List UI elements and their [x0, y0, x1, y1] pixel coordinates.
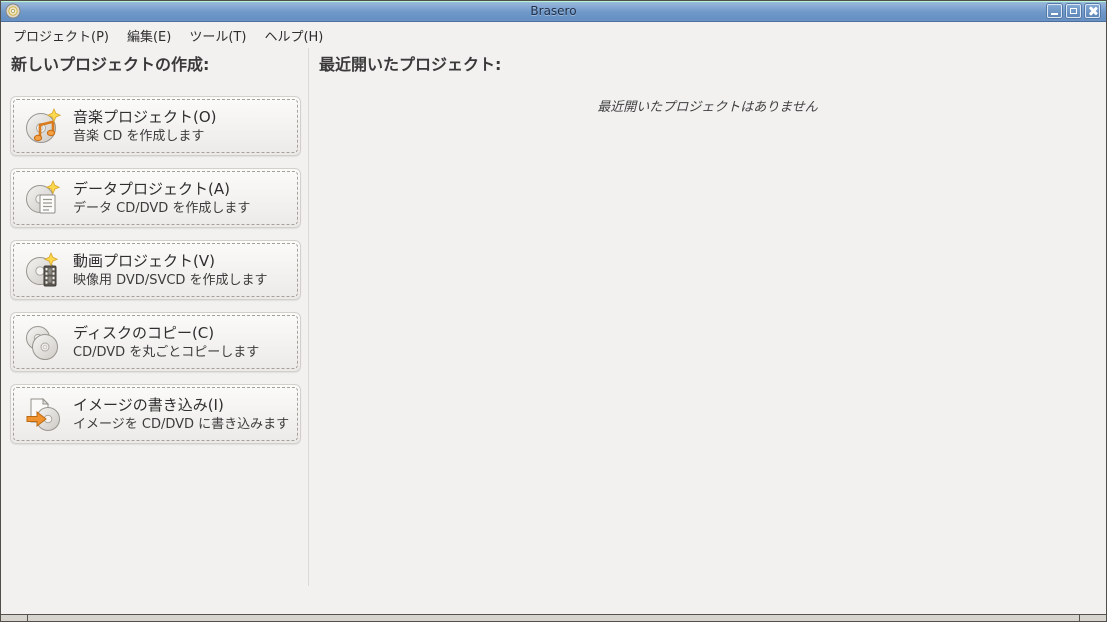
burn-image-button[interactable]: イメージの書き込み(I) イメージを CD/DVD に書き込みます [10, 384, 301, 444]
video-project-icon [26, 252, 59, 287]
maximize-icon [1070, 8, 1077, 14]
data-project-subtitle: データ CD/DVD を作成します [73, 200, 251, 216]
music-project-icon [26, 108, 62, 143]
recent-projects-empty-message: 最近開いたプロジェクトはありません [597, 100, 818, 115]
window-resize-grip-left[interactable] [1, 615, 28, 621]
menu-tools[interactable]: ツール(T) [180, 22, 255, 49]
titlebar[interactable]: Brasero [1, 1, 1106, 22]
recent-projects-panel: 最近開いたプロジェクト: 最近開いたプロジェクトはありません [309, 48, 1106, 614]
new-project-panel: 新しいプロジェクトの作成: 音楽プロジェクト(O) 音楽 CD を作成します デ… [1, 48, 308, 614]
maximize-button[interactable] [1066, 4, 1081, 18]
new-project-header: 新しいプロジェクトの作成: [11, 55, 210, 74]
window-resize-grip-right[interactable] [1079, 615, 1106, 621]
disc-copy-icon [26, 326, 58, 360]
window-resize-edge-bottom[interactable] [28, 615, 1079, 621]
data-project-button[interactable]: データプロジェクト(A) データ CD/DVD を作成します [10, 168, 301, 228]
audio-project-button[interactable]: 音楽プロジェクト(O) 音楽 CD を作成します [10, 96, 301, 156]
burn-image-title: イメージの書き込み(I) [73, 395, 224, 414]
menu-help[interactable]: ヘルプ(H) [255, 22, 332, 49]
disc-copy-title: ディスクのコピー(C) [73, 323, 215, 342]
audio-project-title: 音楽プロジェクト(O) [73, 107, 217, 126]
data-project-title: データプロジェクト(A) [73, 179, 230, 198]
close-icon [1089, 7, 1097, 15]
video-project-subtitle: 映像用 DVD/SVCD を作成します [73, 272, 268, 288]
burn-image-icon [26, 397, 60, 431]
video-project-title: 動画プロジェクト(V) [73, 251, 215, 270]
disc-copy-button[interactable]: ディスクのコピー(C) CD/DVD を丸ごとコピーします [10, 312, 301, 372]
close-button[interactable] [1085, 4, 1100, 18]
video-project-button[interactable]: 動画プロジェクト(V) 映像用 DVD/SVCD を作成します [10, 240, 301, 300]
minimize-button[interactable] [1047, 4, 1062, 18]
burn-image-subtitle: イメージを CD/DVD に書き込みます [73, 416, 290, 432]
menu-edit[interactable]: 編集(E) [118, 22, 180, 49]
disc-copy-subtitle: CD/DVD を丸ごとコピーします [73, 344, 260, 360]
minimize-icon [1051, 12, 1058, 15]
window-title: Brasero [530, 4, 577, 18]
content-area: 新しいプロジェクトの作成: 音楽プロジェクト(O) 音楽 CD を作成します デ… [1, 48, 1106, 614]
data-project-icon [26, 180, 61, 214]
menubar: プロジェクト(P) 編集(E) ツール(T) ヘルプ(H) [1, 22, 1106, 48]
recent-projects-header: 最近開いたプロジェクト: [319, 55, 502, 74]
audio-project-subtitle: 音楽 CD を作成します [73, 128, 205, 144]
menu-project[interactable]: プロジェクト(P) [4, 22, 118, 49]
brasero-window: Brasero プロジェクト(P) 編集(E) ツール(T) ヘルプ(H) 新し… [0, 0, 1107, 622]
bottom-frame [1, 614, 1106, 621]
